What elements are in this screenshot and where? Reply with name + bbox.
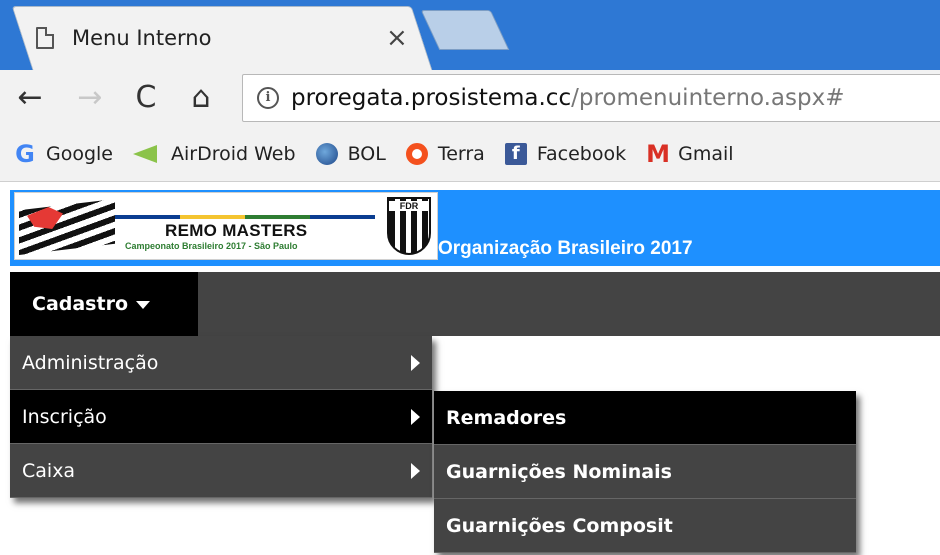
sao-paulo-flag-graphic [19, 199, 115, 255]
inscricao-submenu: Remadores Guarnições Nominais Guarnições… [434, 391, 856, 553]
menu-item-administracao[interactable]: Administração [10, 336, 432, 390]
logo-subtitle: Campeonato Brasileiro 2017 - São Paulo [125, 241, 298, 251]
submenu-item-label: Guarnições Composit [446, 515, 673, 537]
submenu-item-label: Guarnições Nominais [446, 461, 672, 483]
main-menu-bar: Cadastro [10, 272, 940, 336]
airdroid-icon [133, 144, 158, 163]
bookmark-airdroid[interactable]: AirDroid Web [133, 143, 296, 165]
page-header: REMO MASTERS Campeonato Brasileiro 2017 … [10, 190, 940, 266]
bookmark-label: Gmail [678, 142, 734, 165]
submenu-item-guarnicoes-composit[interactable]: Guarnições Composit [434, 499, 856, 553]
cadastro-dropdown: Administração Inscrição Caixa [10, 336, 432, 498]
bookmark-bol[interactable]: BOL [315, 142, 386, 165]
menu-cadastro-label: Cadastro [32, 293, 129, 315]
tab-strip: Menu Interno × [0, 0, 940, 70]
caret-right-icon [411, 355, 420, 371]
browser-tab-content[interactable]: Menu Interno × [36, 18, 416, 58]
gmail-icon: M [646, 139, 670, 168]
back-arrow-icon[interactable]: ← [12, 78, 48, 118]
bookmark-gmail[interactable]: M Gmail [646, 140, 733, 168]
page-title: Organização Brasileiro 2017 [438, 238, 693, 259]
menu-item-label: Caixa [22, 460, 76, 482]
home-icon[interactable]: ⌂ [183, 78, 219, 118]
logo-title: REMO MASTERS [165, 221, 308, 240]
bookmark-label: Terra [437, 142, 485, 165]
submenu-item-remadores[interactable]: Remadores [434, 391, 856, 445]
google-icon: G [15, 139, 35, 168]
terra-icon [405, 142, 428, 165]
club-shield-icon: FDR [387, 197, 431, 255]
caret-right-icon [411, 463, 420, 479]
bol-icon [315, 142, 338, 165]
caret-down-icon [136, 300, 151, 309]
caret-right-icon [411, 409, 420, 425]
bookmark-label: AirDroid Web [171, 142, 296, 165]
forward-arrow-icon[interactable]: → [72, 78, 108, 118]
bookmark-label: BOL [347, 142, 386, 165]
menu-item-inscricao[interactable]: Inscrição [10, 390, 432, 444]
reload-icon[interactable]: C [128, 78, 164, 118]
menu-cadastro[interactable]: Cadastro [10, 272, 198, 336]
bookmark-label: Facebook [536, 142, 627, 165]
bookmark-label: Google [46, 142, 114, 165]
submenu-item-guarnicoes-nominais[interactable]: Guarnições Nominais [434, 445, 856, 499]
bookmarks-bar: G Google AirDroid Web BOL Terra f Facebo… [0, 126, 940, 182]
bookmark-facebook[interactable]: f Facebook [504, 142, 627, 165]
bookmark-terra[interactable]: Terra [405, 142, 485, 165]
url-path: /promenuinterno.aspx# [571, 85, 845, 111]
close-icon[interactable]: × [386, 23, 408, 53]
new-tab-button[interactable] [420, 10, 510, 50]
address-bar[interactable]: i proregata.prosistema.cc /promenuintern… [242, 74, 940, 122]
menu-item-label: Inscrição [22, 406, 107, 428]
tab-title: Menu Interno [72, 26, 212, 50]
submenu-item-label: Remadores [446, 407, 567, 429]
shield-badge-text: FDR [389, 201, 429, 211]
logo-color-bar [115, 215, 375, 219]
menu-item-label: Administração [22, 352, 159, 374]
bookmark-google[interactable]: G Google [14, 140, 113, 168]
browser-toolbar: ← → C ⌂ i proregata.prosistema.cc /prome… [0, 70, 940, 126]
menu-item-caixa[interactable]: Caixa [10, 444, 432, 498]
facebook-icon: f [504, 142, 527, 165]
info-icon[interactable]: i [257, 87, 279, 109]
event-logo: REMO MASTERS Campeonato Brasileiro 2017 … [14, 192, 438, 260]
url-host: proregata.prosistema.cc [291, 85, 572, 111]
page-icon [36, 27, 54, 49]
